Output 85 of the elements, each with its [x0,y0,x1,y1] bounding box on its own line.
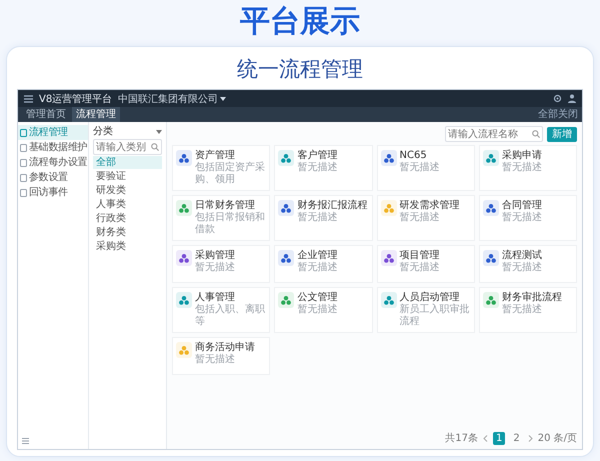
card-title: 采购管理 [195,250,235,262]
process-card[interactable]: 公文管理 暂无描述 [274,287,372,333]
card-description: 包括入职、离职等 [195,304,266,328]
sidebar-item[interactable]: 回访事件 [18,185,88,200]
category-item[interactable]: 行政类 [93,212,162,225]
card-title: 采购申请 [502,150,542,162]
card-description: 新员工入职审批流程 [400,304,470,328]
card-title: 日常财务管理 [195,200,256,212]
card-description: 暂无描述 [400,262,440,274]
process-card[interactable]: 人员启动管理 新员工入职审批流程 [376,287,475,333]
process-card[interactable]: NC65 暂无描述 [376,145,475,191]
process-card[interactable]: 人事管理 包括入职、离职等 [172,287,270,333]
card-description: 包括日常报销和借款 [195,212,266,236]
card-title: 商务活动申请 [195,342,255,354]
caret-down-icon [220,96,226,100]
card-title: 财务审批流程 [502,292,562,304]
gear-icon [553,94,562,103]
sidebar-item[interactable]: 基础数据维护 [18,140,88,155]
app-name: V8运营管理平台 [39,92,112,106]
chevron-right-icon [528,434,533,442]
process-card[interactable]: 项目管理 暂无描述 [376,245,475,283]
card-description: 暂无描述 [297,304,338,316]
card-description: 暂无描述 [400,162,440,174]
category-item[interactable]: 人事类 [93,198,162,211]
category-search-field[interactable]: 请输入类别 [93,139,162,155]
process-card[interactable]: 企业管理 暂无描述 [274,245,372,283]
section-title: 统一流程管理 [237,56,363,83]
process-card[interactable]: 客户管理 暂无描述 [274,145,372,191]
sidebar-item[interactable]: 参数设置 [18,170,88,185]
card-title: 公文管理 [297,292,338,304]
card-description: 暂无描述 [502,212,542,224]
card-description: 暂无描述 [297,262,338,274]
process-card[interactable]: 财务审批流程 暂无描述 [478,287,577,333]
menu-icon [24,94,33,102]
card-description: 包括固定资产采购、领用 [195,162,266,186]
card-description: 暂无描述 [297,162,338,174]
company-selector[interactable]: 中国联汇集团有限公司 [118,92,226,106]
process-card[interactable]: 日常财务管理 包括日常报销和借款 [172,195,270,241]
card-title: 财务报汇报流程 [297,200,368,212]
page-size-selector[interactable]: 20 条/页 [538,431,577,445]
process-card[interactable]: 商务活动申请 暂无描述 [172,337,270,375]
card-title: 人员启动管理 [400,292,460,304]
category-item[interactable]: 研发类 [93,184,162,197]
card-description: 暂无描述 [502,304,543,316]
process-card[interactable]: 研发需求管理 暂无描述 [376,195,475,241]
card-description: 暂无描述 [195,354,236,366]
category-title: 分类 [93,125,113,138]
card-title: 企业管理 [297,250,338,262]
close-all-link[interactable]: 全部关闭 [538,107,578,122]
sidebar-item[interactable]: 流程管理 [18,125,88,140]
process-card[interactable]: 合同管理 暂无描述 [478,195,577,241]
search-icon [532,130,540,138]
page-heading: 平台展示 [240,4,360,40]
card-title: 研发需求管理 [400,200,460,212]
process-card[interactable]: 流程测试 暂无描述 [478,245,577,283]
total-count: 共17条 [445,432,478,445]
process-card[interactable]: 采购申请 暂无描述 [478,145,577,191]
tab[interactable]: 流程管理 [72,107,120,122]
card-title: 资产管理 [195,150,236,162]
card-title: 流程测试 [502,250,542,262]
card-title: 人事管理 [195,292,236,304]
user-icon [568,94,576,103]
card-title: 客户管理 [297,150,338,162]
card-description: 暂无描述 [297,212,338,224]
caret-down-icon [156,130,162,134]
process-card[interactable]: 采购管理 暂无描述 [172,245,270,283]
card-title: 项目管理 [400,250,440,262]
card-title: NC65 [400,150,428,162]
sidebar-item[interactable]: 流程每办设置 [18,155,88,170]
category-item[interactable]: 财务类 [93,226,162,239]
card-description: 暂无描述 [400,212,440,224]
page-button[interactable]: 2 [510,432,523,444]
collapse-icon [22,438,29,444]
category-item[interactable]: 要验证 [93,170,162,183]
category-item[interactable]: 全部 [93,156,162,169]
process-card[interactable]: 资产管理 包括固定资产采购、领用 [172,145,270,191]
tab[interactable]: 管理首页 [22,107,70,122]
category-item[interactable]: 采购类 [93,240,162,253]
chevron-left-icon [482,434,488,442]
card-title: 合同管理 [502,200,542,212]
card-description: 暂无描述 [502,162,542,174]
card-description: 暂无描述 [502,262,542,274]
search-icon [151,143,159,151]
card-description: 暂无描述 [195,262,235,274]
process-card[interactable]: 财务报汇报流程 暂无描述 [274,195,372,241]
